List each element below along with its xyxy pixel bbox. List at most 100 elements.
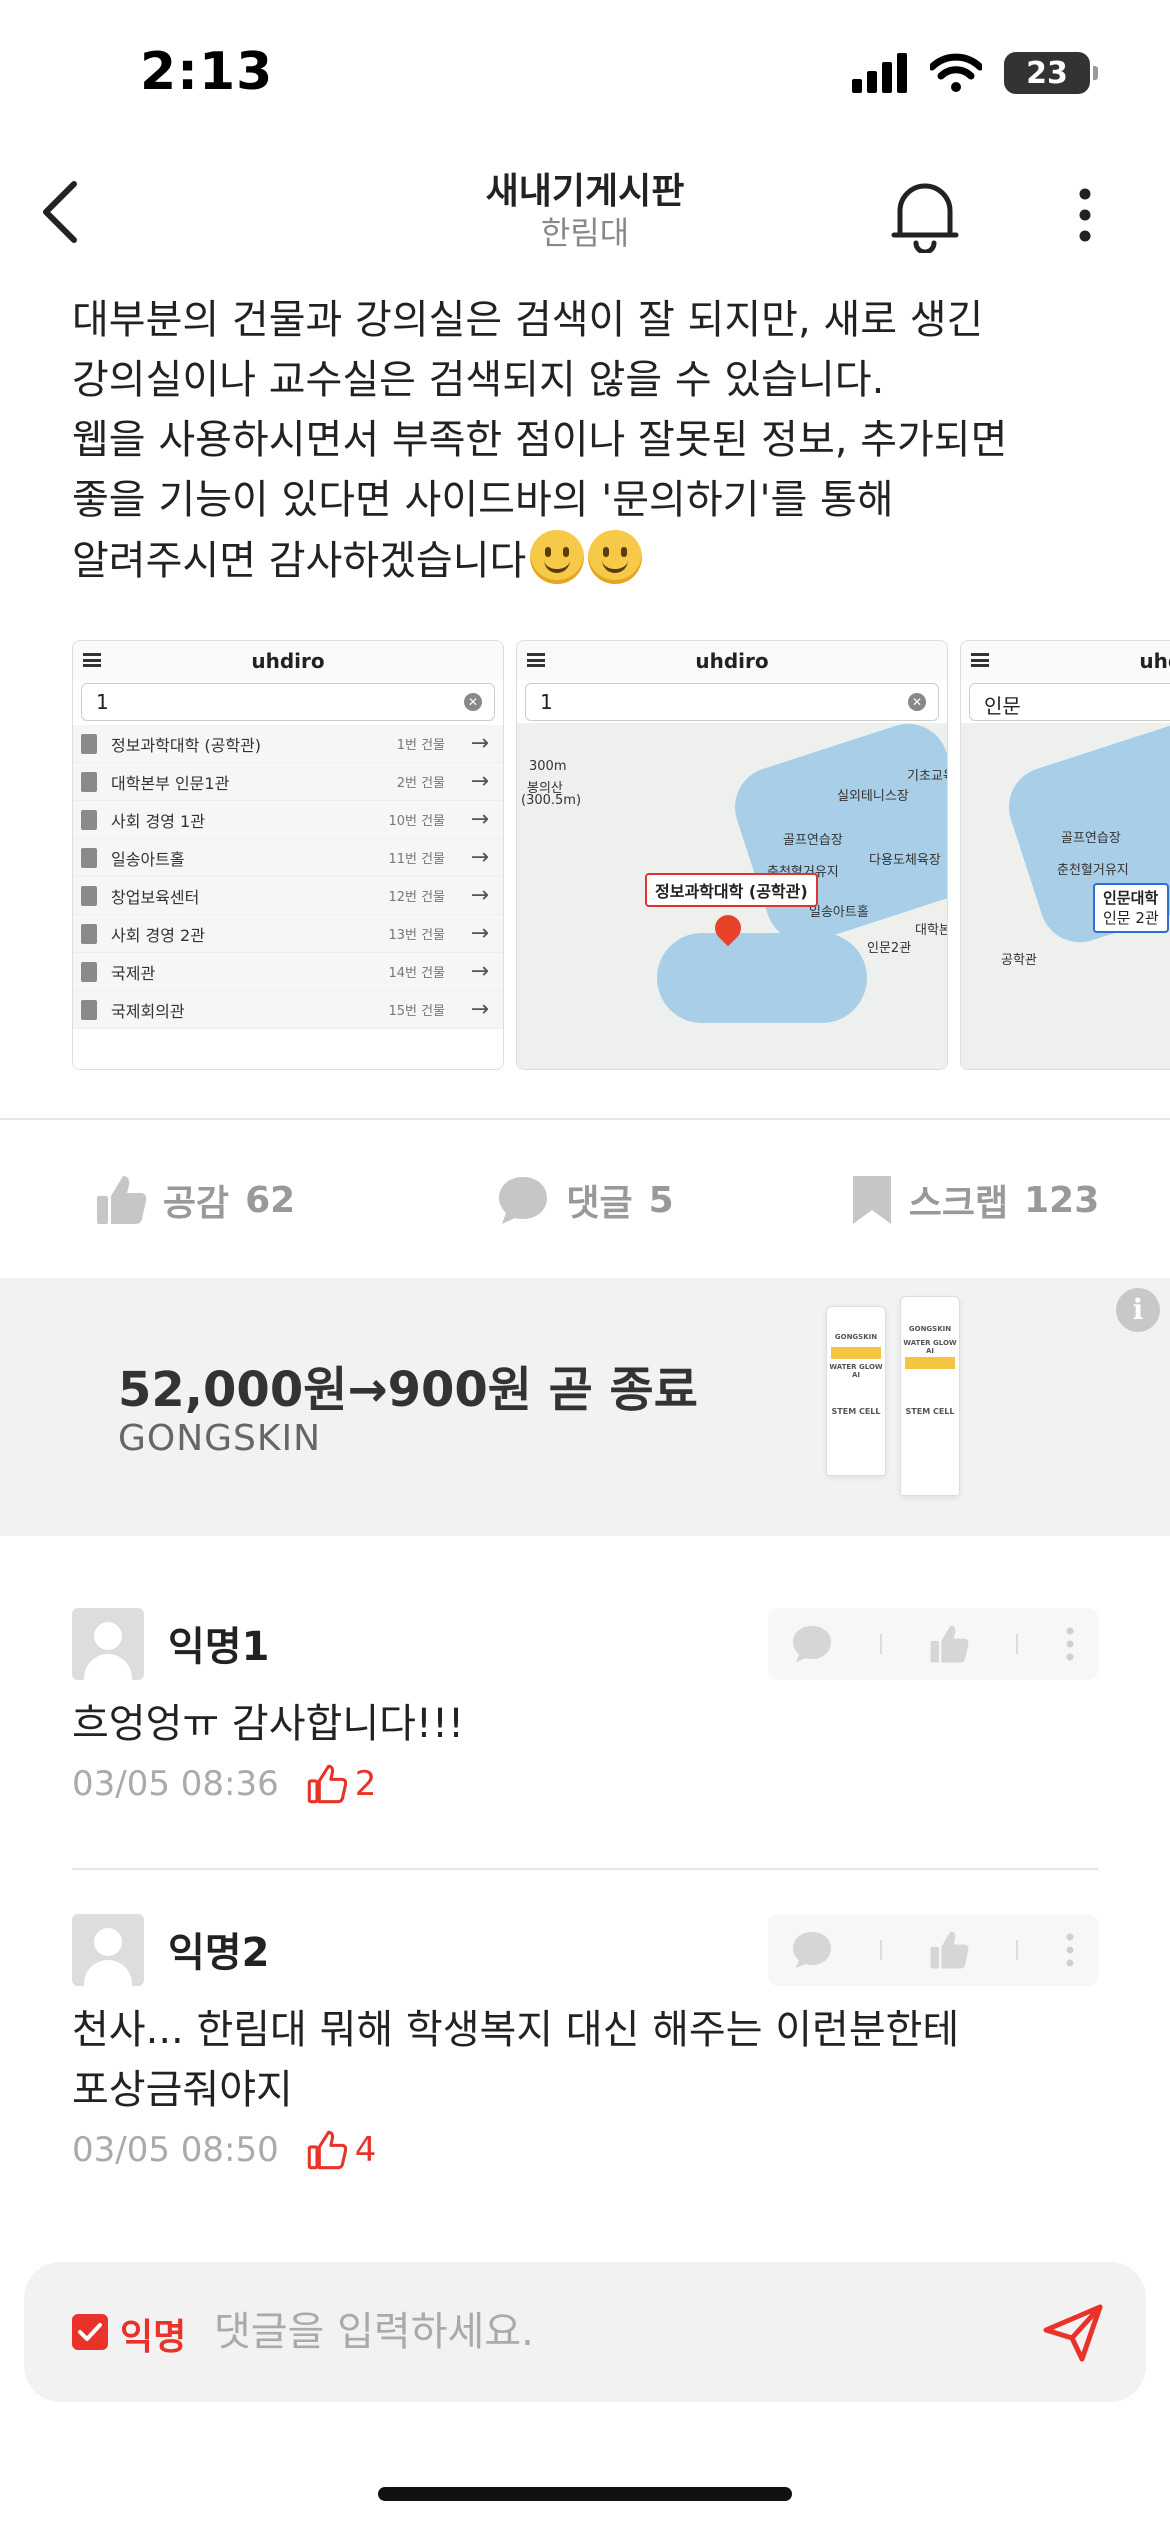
arrow-right-icon: →	[470, 807, 489, 832]
product-image: GONGSKIN WATER GLOW AI STEM CELL	[900, 1296, 960, 1496]
ad-info-icon[interactable]: i	[1116, 1288, 1160, 1332]
comment-item: 익명2 천사... 한림대 뭐해 학생복지 대신 해주는 이런분한테 포상금줘야…	[72, 1914, 1098, 2194]
post-image-3[interactable]: uhdiro 인문 골프연습장 춘천혈거유지 공학관 인문대학 인문 2관	[960, 640, 1170, 1070]
status-time: 2:13	[140, 42, 274, 102]
reply-icon[interactable]	[791, 1624, 833, 1664]
vertical-dots-icon[interactable]	[1065, 1933, 1075, 1967]
board-school: 한림대	[540, 214, 630, 252]
callout-line: 인문대학	[1103, 889, 1159, 907]
comment-count: 5	[648, 1179, 674, 1221]
map-callout: 인문대학 인문 2관	[1093, 883, 1169, 933]
hamburger-menu-icon	[83, 653, 101, 667]
more-options-button[interactable]	[1045, 170, 1125, 260]
bell-icon	[891, 183, 959, 253]
anonymous-label[interactable]: 익명	[120, 2308, 186, 2360]
building-icon	[81, 847, 97, 868]
clear-icon: ✕	[908, 693, 926, 711]
image-result-row: 사회 경영 1관 10번 건물 →	[73, 801, 503, 839]
building-icon	[81, 961, 97, 982]
image-result-row: 정보과학대학 (공학관) 1번 건물 →	[73, 725, 503, 763]
result-name: 국제관	[111, 963, 156, 983]
product-text: GONGSKIN	[834, 1333, 878, 1341]
comment-toolbar	[768, 1608, 1098, 1680]
toolbar-separator	[880, 1634, 883, 1654]
comment-time: 03/05 08:36	[72, 1764, 279, 1804]
image-search-query: 인문	[984, 694, 1021, 718]
map-label: 다용도체육장	[869, 853, 941, 868]
image-result-row: 국제회의관 15번 건물 →	[73, 991, 503, 1029]
post-line-text: 알려주시면 감사하겠습니다	[72, 538, 527, 584]
ad-banner[interactable]: 52,000원→900원 곧 종료 GONGSKIN GONGSKIN WATE…	[0, 1278, 1170, 1536]
bookmark-icon	[852, 1176, 891, 1224]
arrow-right-icon: →	[470, 883, 489, 908]
result-name: 사회 경영 1관	[111, 811, 205, 831]
send-button[interactable]	[1038, 2300, 1108, 2366]
result-number: 11번 건물	[388, 852, 445, 867]
comment-input[interactable]	[214, 2300, 1014, 2364]
scrap-button[interactable]: 스크랩 123	[780, 1150, 1170, 1250]
arrow-right-icon: →	[470, 921, 489, 946]
status-bar: 2:13 23	[0, 0, 1170, 150]
comment-author: 익명1	[168, 1624, 270, 1670]
result-name: 일송아트홀	[111, 849, 185, 869]
arrow-right-icon: →	[470, 959, 489, 984]
divider	[72, 1868, 1098, 1870]
image-result-row: 사회 경영 2관 13번 건물 →	[73, 915, 503, 953]
building-icon	[81, 885, 97, 906]
comment-item: 익명1 흐엉엉ㅠ 감사합니다!!! 03/05 08:36 2	[72, 1608, 1098, 1823]
scrap-count: 123	[1024, 1179, 1100, 1221]
toolbar-separator	[1015, 1940, 1018, 1960]
map-label: (300.5m)	[521, 793, 582, 808]
result-number: 15번 건물	[388, 1004, 445, 1019]
product-text: STEM CELL	[905, 1407, 955, 1416]
notification-button[interactable]	[880, 170, 970, 260]
anonymous-checkbox[interactable]	[72, 2314, 108, 2350]
comment-like-count: 2	[354, 1764, 377, 1804]
image-app-title: uhdiro	[1139, 649, 1170, 673]
thumbs-up-icon[interactable]	[929, 1930, 969, 1970]
thumbs-up-outline-icon	[307, 2130, 347, 2170]
image-result-row: 일송아트홀 11번 건물 →	[73, 839, 503, 877]
toolbar-separator	[880, 1940, 883, 1960]
clear-icon: ✕	[464, 693, 482, 711]
post-line: 좋을 기능이 있다면 사이드바의 '문의하기'를 통해	[72, 477, 894, 523]
building-icon	[81, 923, 97, 944]
thumbs-up-icon[interactable]	[929, 1624, 969, 1664]
post-line: 강의실이나 교수실은 검색되지 않을 수 있습니다.	[72, 357, 885, 403]
result-number: 12번 건물	[388, 890, 445, 905]
map-label: 기초교육	[907, 769, 947, 784]
comment-time: 03/05 08:50	[72, 2130, 279, 2170]
post-image-2[interactable]: uhdiro 1 ✕ 300m 봉의산 (300.5m) 실외테니스장 기초교육…	[516, 640, 948, 1070]
building-icon	[81, 733, 97, 754]
avatar-head	[94, 1928, 122, 1956]
comment-likes: 4	[307, 2130, 376, 2170]
map-label: 골프연습장	[783, 833, 843, 848]
callout-line: 인문 2관	[1103, 909, 1159, 927]
map-label: 춘천혈거유지	[1057, 863, 1129, 878]
result-name: 대학본부 인문1관	[111, 773, 230, 793]
post-image-1[interactable]: uhdiro 1 ✕ 정보과학대학 (공학관) 1번 건물 → 대학본부 인문1관 2…	[72, 640, 504, 1070]
reply-icon[interactable]	[791, 1930, 833, 1970]
comment-text: 천사... 한림대 뭐해 학생복지 대신 해주는 이런분한테 포상금줘야지	[72, 2000, 1098, 2120]
map-label: 대학본	[915, 923, 947, 938]
home-indicator	[378, 2487, 792, 2501]
smiley-emoji-icon	[588, 530, 643, 584]
image-result-row: 대학본부 인문1관 2번 건물 →	[73, 763, 503, 801]
map-label: 일송아트홀	[809, 905, 869, 920]
comment-author: 익명2	[168, 1930, 270, 1976]
ad-brand: GONGSKIN	[118, 1418, 322, 1459]
campus-map: 300m 봉의산 (300.5m) 실외테니스장 기초교육 골프연습장 춘천혈거…	[517, 723, 947, 1069]
map-callout: 정보과학대학 (공학관)	[645, 873, 818, 907]
comment-text: 흐엉엉ㅠ 감사합니다!!!	[72, 1701, 465, 1747]
comment-button[interactable]: 댓글 5	[390, 1150, 780, 1250]
vertical-dots-icon[interactable]	[1065, 1627, 1075, 1661]
avatar	[72, 1914, 144, 1986]
like-count: 62	[245, 1179, 296, 1221]
comment-input-bar: 익명	[24, 2262, 1146, 2402]
like-button[interactable]: 공감 62	[0, 1150, 390, 1250]
comment-likes: 2	[307, 1764, 377, 1804]
post-image-gallery[interactable]: uhdiro 1 ✕ 정보과학대학 (공학관) 1번 건물 → 대학본부 인문1관 2…	[72, 640, 1170, 1070]
product-text: WATER GLOW AI	[903, 1339, 957, 1355]
image-app-title: uhdiro	[251, 649, 325, 673]
result-name: 사회 경영 2관	[111, 925, 205, 945]
